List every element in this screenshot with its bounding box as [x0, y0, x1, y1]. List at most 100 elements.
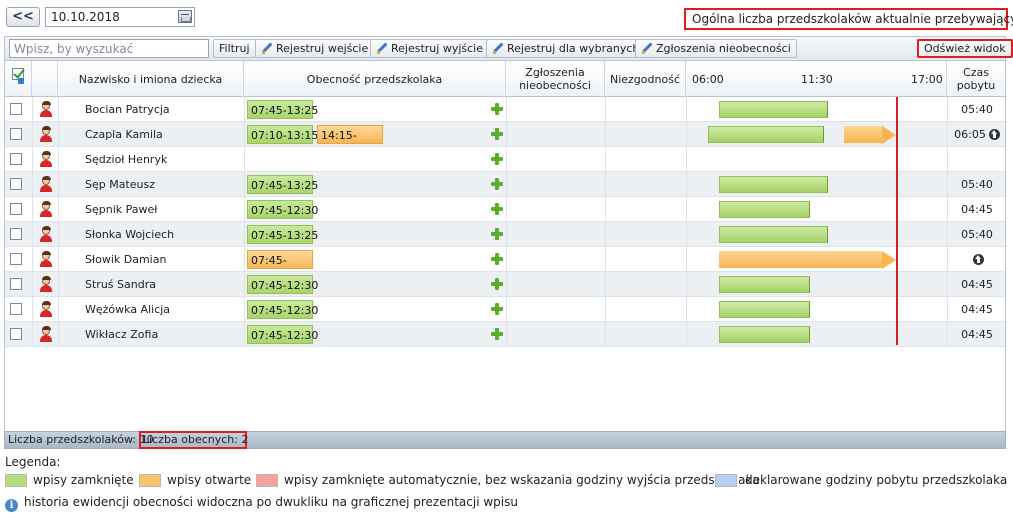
mismatch-column-header[interactable]: Niezgodność [605, 61, 686, 97]
row-checkbox[interactable] [10, 153, 22, 165]
child-name[interactable]: Sępnik Paweł [85, 203, 157, 216]
arrow-up-icon[interactable] [988, 129, 1000, 140]
table-row[interactable]: Czapla Kamila 07:10-13:15 14:15- 06:05 [5, 122, 1005, 147]
attendance-entry[interactable]: 07:45-12:30 [247, 275, 318, 294]
timeline-bar-closed[interactable] [719, 301, 811, 318]
add-absence-icon[interactable] [491, 128, 503, 140]
column-divider [58, 247, 59, 272]
child-name[interactable]: Struś Sandra [85, 278, 156, 291]
timeline-bar-closed[interactable] [719, 276, 811, 293]
column-divider [605, 272, 606, 297]
add-absence-icon[interactable] [491, 203, 503, 215]
select-all-header[interactable] [5, 61, 32, 97]
add-absence-icon[interactable] [491, 278, 503, 290]
child-name[interactable]: Wikłacz Zofia [85, 328, 158, 341]
date-picker[interactable]: 10.10.2018 [45, 7, 195, 27]
legend-closed: wpisy zamknięte [33, 473, 134, 487]
add-absence-icon[interactable] [491, 153, 503, 165]
row-checkbox[interactable] [10, 103, 22, 115]
arrow-up-icon[interactable] [973, 254, 984, 265]
column-divider [686, 272, 687, 297]
attendance-entry[interactable]: 07:45-12:30 [247, 325, 318, 344]
stay-value: 04:45 [961, 203, 993, 216]
stay-column-header[interactable]: Czas pobytu [947, 61, 1005, 97]
column-divider [506, 247, 507, 272]
attendance-entry[interactable]: 07:45-12:30 [247, 200, 318, 219]
timeline-bar-closed[interactable] [719, 226, 828, 243]
icon-column-header [32, 61, 58, 97]
child-name[interactable]: Bocian Patrycja [85, 103, 170, 116]
column-divider [32, 222, 33, 247]
stay-duration: 04:45 [949, 278, 1005, 291]
search-input[interactable] [9, 39, 209, 58]
name-column-header[interactable]: Nazwisko i imiona dziecka [58, 61, 244, 97]
table-row[interactable]: Słonka Wojciech 07:45-13:25 05:40 [5, 222, 1005, 247]
register-exit-button[interactable]: Rejestruj wyjście [370, 39, 489, 58]
row-checkbox[interactable] [10, 328, 22, 340]
table-row[interactable]: Sępnik Paweł 07:45-12:30 04:45 [5, 197, 1005, 222]
add-absence-icon[interactable] [491, 328, 503, 340]
row-checkbox[interactable] [10, 253, 22, 265]
timeline-bar-closed[interactable] [719, 326, 811, 343]
attendance-entry[interactable]: 07:45-13:25 [247, 100, 318, 119]
timeline-bar-closed[interactable] [708, 126, 825, 143]
add-absence-icon[interactable] [491, 103, 503, 115]
register-entry-button[interactable]: Rejestruj wejście [255, 39, 375, 58]
row-checkbox[interactable] [10, 303, 22, 315]
timeline-bar-open[interactable] [719, 251, 882, 268]
previous-day-button[interactable]: << [6, 7, 40, 27]
attendance-column-header[interactable]: Obecność przedszkolaka [244, 61, 506, 97]
attendance-entry[interactable]: 07:10-13:15 [247, 125, 318, 144]
timeline-bar-closed[interactable] [719, 101, 828, 118]
column-divider [605, 297, 606, 322]
table-row[interactable]: Wikłacz Zofia 07:45-12:30 04:45 [5, 322, 1005, 347]
table-row[interactable]: Wężówka Alicja 07:45-12:30 04:45 [5, 297, 1005, 322]
child-name[interactable]: Wężówka Alicja [85, 303, 170, 316]
register-selected-button[interactable]: Rejestruj dla wybranych [486, 39, 646, 58]
timeline-bar-open[interactable] [843, 126, 882, 143]
add-absence-icon[interactable] [491, 228, 503, 240]
filter-button[interactable]: Filtruj [213, 39, 256, 58]
child-icon [39, 126, 53, 142]
absence-reports-button[interactable]: Zgłoszenia nieobecności [635, 39, 797, 58]
timeline-bar-closed[interactable] [719, 176, 828, 193]
row-checkbox[interactable] [10, 203, 22, 215]
timeline-bar-closed[interactable] [719, 201, 811, 218]
table-row[interactable]: Słowik Damian 07:45- [5, 247, 1005, 272]
column-divider [947, 322, 948, 347]
child-name[interactable]: Sęp Mateusz [85, 178, 155, 191]
add-absence-icon[interactable] [491, 178, 503, 190]
absence-column-header[interactable]: Zgłoszenia nieobecności [506, 61, 605, 97]
attendance-entry[interactable]: 07:45-13:25 [247, 225, 318, 244]
column-divider [947, 172, 948, 197]
calendar-icon[interactable] [178, 10, 192, 23]
register-exit-label: Rejestruj wyjście [391, 42, 483, 55]
row-checkbox[interactable] [10, 278, 22, 290]
row-checkbox[interactable] [10, 228, 22, 240]
child-name[interactable]: Słonka Wojciech [85, 228, 174, 241]
table-row[interactable]: Struś Sandra 07:45-12:30 04:45 [5, 272, 1005, 297]
stay-duration: 04:45 [949, 328, 1005, 341]
select-all-icon[interactable] [12, 68, 24, 84]
child-icon [39, 176, 53, 192]
attendance-entry[interactable]: 07:45-13:25 [247, 175, 318, 194]
column-divider [244, 97, 245, 122]
add-absence-icon[interactable] [491, 253, 503, 265]
table-row[interactable]: Bocian Patrycja 07:45-13:25 05:40 [5, 97, 1005, 122]
attendance-entry[interactable]: 07:45- [247, 250, 313, 269]
row-checkbox[interactable] [10, 178, 22, 190]
stay-value: 05:40 [961, 228, 993, 241]
summary-text: Ogólna liczba przedszkolaków aktualnie p… [692, 12, 1013, 26]
refresh-view-button[interactable]: Odśwież widok [917, 39, 1013, 58]
row-checkbox[interactable] [10, 128, 22, 140]
attendance-entry[interactable]: 14:15- [317, 125, 383, 144]
child-name[interactable]: Słowik Damian [85, 253, 166, 266]
table-row[interactable]: Sędzioł Henryk [5, 147, 1005, 172]
child-name[interactable]: Czapla Kamila [85, 128, 163, 141]
column-divider [686, 322, 687, 347]
add-absence-icon[interactable] [491, 303, 503, 315]
stay-duration: 04:45 [949, 203, 1005, 216]
child-name[interactable]: Sędzioł Henryk [85, 153, 167, 166]
attendance-entry[interactable]: 07:45-12:30 [247, 300, 318, 319]
table-row[interactable]: Sęp Mateusz 07:45-13:25 05:40 [5, 172, 1005, 197]
